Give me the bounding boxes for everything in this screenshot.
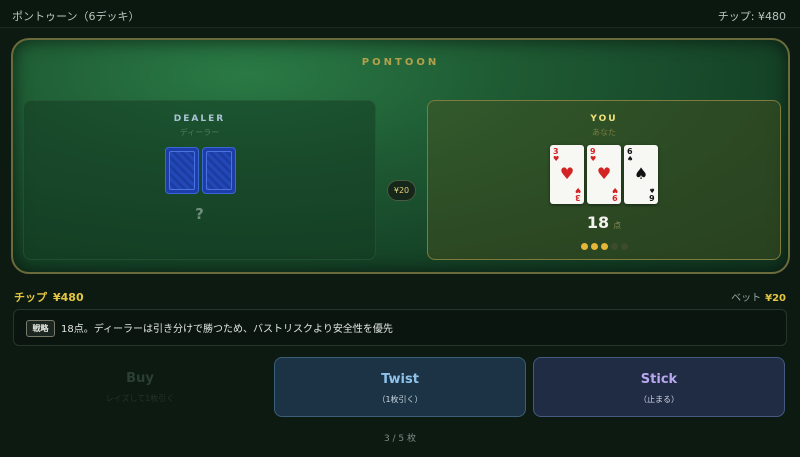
bet-display: ベット ¥20 (731, 293, 786, 304)
player-label: YOU (590, 114, 618, 124)
card-count-progress (428, 243, 780, 250)
player-card: 9 ♥ ♥ ♥ 9 (587, 145, 621, 204)
game-title: ポントゥーン（6デッキ） (12, 10, 140, 23)
chips-label: チップ (14, 291, 47, 304)
status-row: チップ ¥480 ベット ¥20 (14, 289, 786, 304)
spade-suit-icon: ♠ (627, 155, 634, 163)
card-back-icon (202, 147, 236, 194)
header-chip-count: チップ: ¥480 (717, 10, 786, 23)
heart-suit-icon: ♥ (553, 155, 560, 163)
table-title: PONTOON (361, 57, 440, 68)
bet-chip-icon: ¥20 (387, 180, 416, 201)
card-back-icon (165, 147, 199, 194)
buy-button[interactable]: Buy レイズして1枚引く (14, 357, 266, 417)
chips-value: ¥480 (53, 291, 84, 304)
strategy-tag: 戦略 (26, 320, 55, 337)
player-zone: YOU あなた 3 ♥ ♥ ♥ 3 9 ♥ ♥ ♥ 9 6 ♠ ♠ ♠ 6 18… (427, 100, 781, 260)
dealer-zone: DEALER ディーラー ? (23, 100, 376, 260)
progress-dot (610, 243, 618, 250)
progress-dot (620, 243, 628, 250)
player-total: 18 点 (586, 213, 622, 232)
player-sublabel: あなた (592, 128, 616, 137)
pontoon-table: PONTOON DEALER ディーラー ? ¥20 YOU あなた 3 ♥ ♥… (11, 38, 790, 274)
progress-dot (580, 243, 588, 250)
dealer-total: ? (195, 205, 204, 223)
spade-suit-icon: ♠ (633, 164, 649, 183)
heart-suit-icon: ♥ (596, 164, 612, 183)
card-count: 3 / 5 枚 (383, 434, 417, 444)
twist-button[interactable]: Twist （1枚引く） (274, 357, 526, 417)
progress-dot (600, 243, 608, 250)
stick-button[interactable]: Stick （止まる） (533, 357, 785, 417)
player-card: 6 ♠ ♠ ♠ 6 (624, 145, 658, 204)
heart-suit-icon: ♥ (590, 155, 597, 163)
dealer-label: DEALER (173, 114, 226, 124)
top-bar: ポントゥーン（6デッキ） チップ: ¥480 (0, 0, 800, 28)
dealer-sublabel: ディーラー (179, 128, 220, 137)
heart-suit-icon: ♥ (559, 164, 575, 183)
strategy-text: 18点。ディーラーは引き分けで勝つため、バストリスクより安全性を優先 (61, 324, 393, 335)
progress-dot (590, 243, 598, 250)
strategy-hint: 戦略 18点。ディーラーは引き分けで勝つため、バストリスクより安全性を優先 (13, 309, 787, 346)
player-card: 3 ♥ ♥ ♥ 3 (550, 145, 584, 204)
